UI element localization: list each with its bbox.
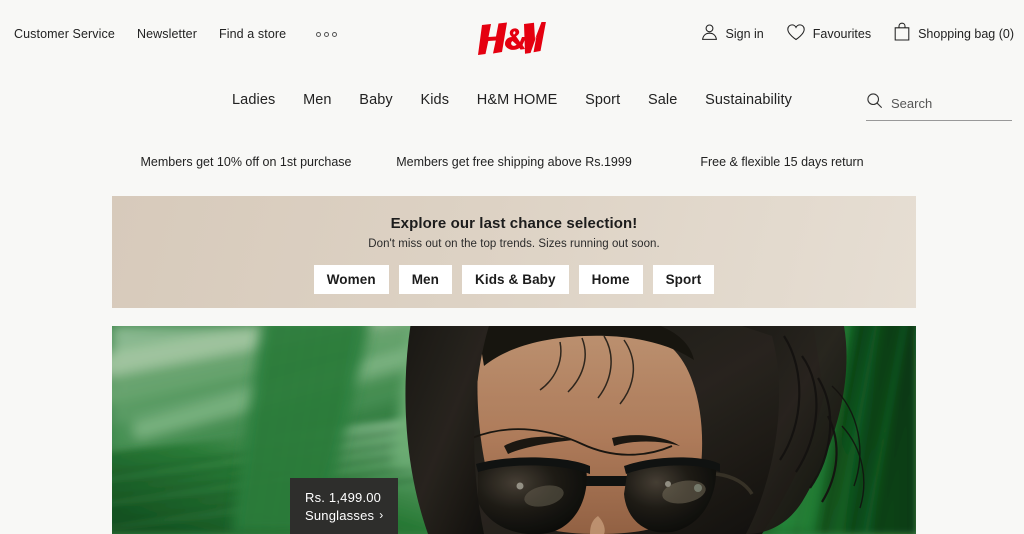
page-root: Customer Service Newsletter Find a store xyxy=(0,0,1024,534)
product-name: Sunglasses xyxy=(305,507,375,523)
promo-title: Explore our last chance selection! xyxy=(390,215,638,232)
benefit-item-shipping: Members get free shipping above Rs.1999 xyxy=(396,155,632,169)
nav-item-kids[interactable]: Kids xyxy=(420,92,449,108)
nav-item-sale[interactable]: Sale xyxy=(648,92,677,108)
promo-button-kids-baby[interactable]: Kids & Baby xyxy=(462,265,569,294)
hero-image xyxy=(112,326,916,534)
more-dot-3 xyxy=(332,31,338,37)
nav-item-hm-home[interactable]: H&M HOME xyxy=(477,92,558,108)
main-navigation: Ladies Men Baby Kids H&M HOME Sport Sale… xyxy=(0,92,1024,126)
shopping-bag-label: Shopping bag (0) xyxy=(918,26,1014,41)
promo-banner: Explore our last chance selection! Don't… xyxy=(112,196,916,308)
heart-icon xyxy=(786,23,806,45)
promo-subtitle: Don't miss out on the top trends. Sizes … xyxy=(368,238,660,250)
promo-button-men[interactable]: Men xyxy=(398,265,453,294)
person-icon xyxy=(700,23,719,45)
chevron-right-icon: › xyxy=(379,508,384,523)
sign-in-label: Sign in xyxy=(725,26,764,41)
promo-button-sport[interactable]: Sport xyxy=(652,265,715,294)
more-dots-icon[interactable] xyxy=(316,31,338,37)
customer-service-link[interactable]: Customer Service xyxy=(14,27,115,41)
hm-logo-icon xyxy=(478,22,546,55)
promo-button-home[interactable]: Home xyxy=(578,265,643,294)
nav-item-men[interactable]: Men xyxy=(303,92,332,108)
nav-item-ladies[interactable]: Ladies xyxy=(232,92,275,108)
hero-artwork xyxy=(112,326,916,534)
search-box[interactable] xyxy=(866,92,1012,121)
more-dot-1 xyxy=(316,31,322,37)
promo-button-women[interactable]: Women xyxy=(313,265,389,294)
product-price: Rs. 1,499.00 xyxy=(305,490,382,505)
product-name-row: Sunglasses › xyxy=(305,507,383,525)
newsletter-link[interactable]: Newsletter xyxy=(137,27,197,41)
shopping-bag-button[interactable]: Shopping bag (0) xyxy=(893,22,1014,45)
main-nav-list: Ladies Men Baby Kids H&M HOME Sport Sale… xyxy=(232,92,792,108)
search-icon xyxy=(866,92,883,114)
favourites-label: Favourites xyxy=(812,26,872,41)
nav-item-baby[interactable]: Baby xyxy=(359,92,392,108)
shopping-bag-icon xyxy=(893,22,911,45)
find-a-store-link[interactable]: Find a store xyxy=(219,27,286,41)
favourites-button[interactable]: Favourites xyxy=(786,23,871,45)
member-benefits-bar: Members get 10% off on 1st purchase Memb… xyxy=(112,155,916,169)
more-dot-2 xyxy=(324,31,330,37)
benefit-item-returns: Free & flexible 15 days return xyxy=(700,155,864,169)
promo-category-buttons: Women Men Kids & Baby Home Sport xyxy=(313,265,715,294)
benefit-item-discount: Members get 10% off on 1st purchase xyxy=(140,155,352,169)
nav-item-sustainability[interactable]: Sustainability xyxy=(705,92,792,108)
search-input[interactable] xyxy=(891,95,1001,111)
hm-logo[interactable] xyxy=(477,22,547,56)
top-right-actions: Sign in Favourites Shopping bag (0) xyxy=(700,22,1014,45)
product-price-tag[interactable]: Rs. 1,499.00 Sunglasses › xyxy=(290,478,399,534)
top-utility-bar: Customer Service Newsletter Find a store xyxy=(0,0,1024,70)
hero-banner[interactable]: Rs. 1,499.00 Sunglasses › xyxy=(112,326,916,534)
top-left-links: Customer Service Newsletter Find a store xyxy=(14,27,338,41)
sign-in-button[interactable]: Sign in xyxy=(700,23,764,45)
nav-item-sport[interactable]: Sport xyxy=(585,92,620,108)
